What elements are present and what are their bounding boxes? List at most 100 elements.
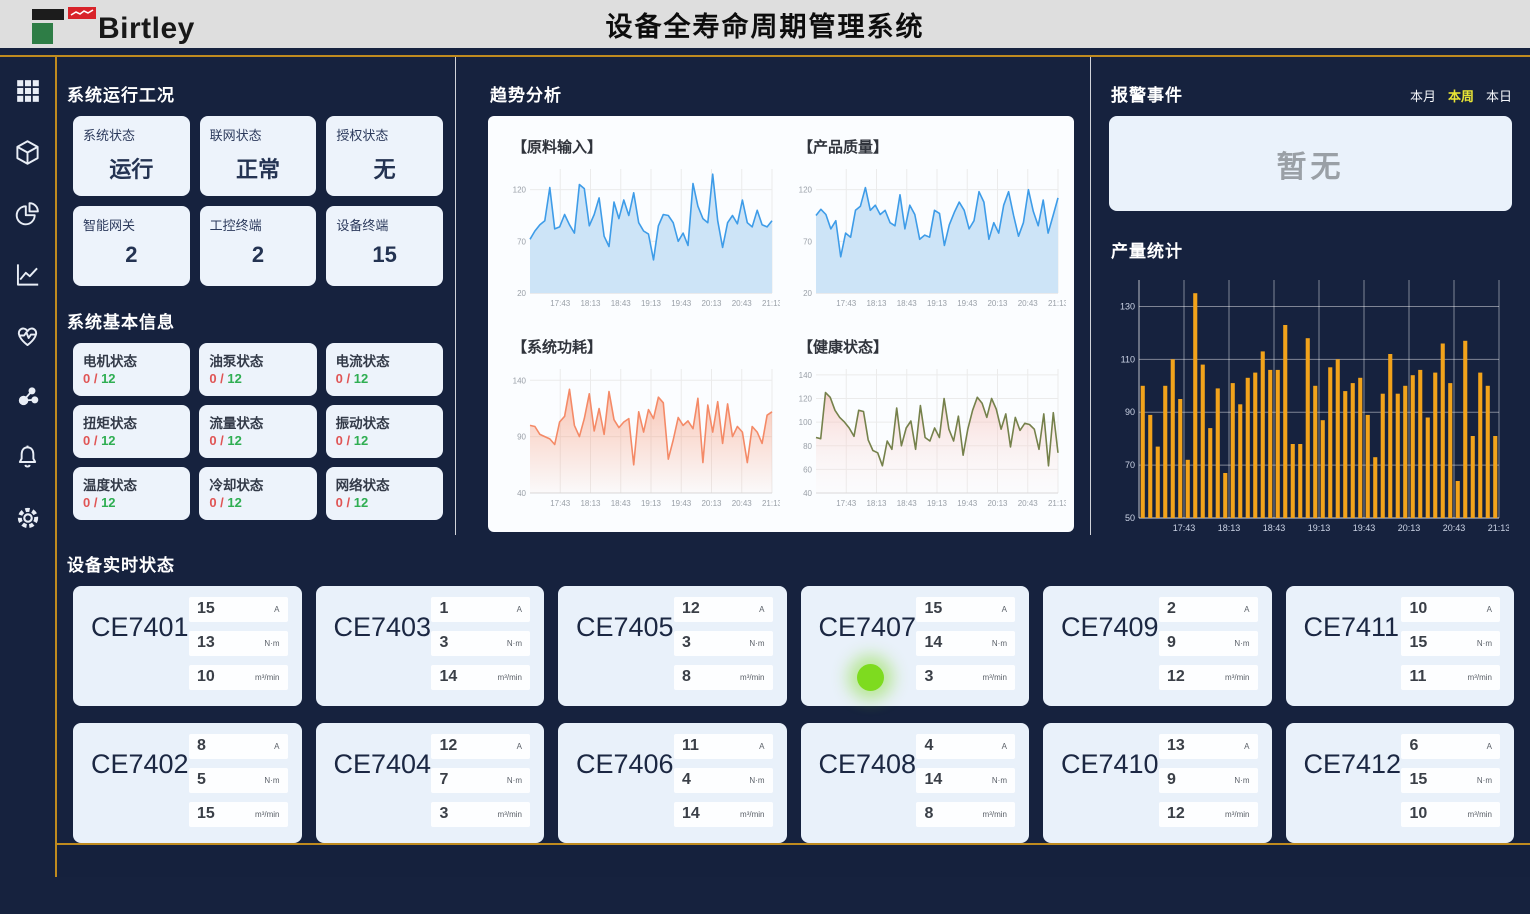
device-unit: A bbox=[1002, 742, 1007, 751]
device-unit: N·m bbox=[1477, 776, 1492, 785]
device-value-row: 14 m³/min bbox=[674, 802, 773, 827]
cube-icon[interactable] bbox=[14, 138, 42, 166]
device-unit: A bbox=[759, 605, 764, 614]
device-value: 14 bbox=[682, 805, 700, 823]
device-card[interactable]: CE740715A14N·m3m³/min bbox=[801, 586, 1030, 706]
svg-text:19:43: 19:43 bbox=[1353, 523, 1376, 533]
device-card[interactable]: CE74031A3N·m14m³/min bbox=[316, 586, 545, 706]
device-unit: N·m bbox=[1234, 776, 1249, 785]
device-card[interactable]: CE74028A5N·m15m³/min bbox=[73, 723, 302, 843]
svg-text:21:13: 21:13 bbox=[762, 499, 780, 508]
device-value: 6 bbox=[1409, 737, 1418, 755]
info-card-label: 电机状态 bbox=[83, 350, 180, 370]
svg-text:18:43: 18:43 bbox=[897, 299, 918, 308]
tab-today[interactable]: 本日 bbox=[1486, 86, 1512, 105]
device-value-row: 9N·m bbox=[1159, 631, 1258, 656]
status-card-label: 工控终端 bbox=[210, 215, 307, 234]
info-card-count: 0 / 12 bbox=[336, 433, 433, 448]
info-card-total: 12 bbox=[101, 495, 115, 510]
device-card[interactable]: CE741110A15N·m11m³/min bbox=[1286, 586, 1515, 706]
svg-text:20:43: 20:43 bbox=[1018, 499, 1039, 508]
device-value: 3 bbox=[439, 805, 448, 823]
svg-text:21:13: 21:13 bbox=[762, 299, 780, 308]
product-quality-chart-title: 【产品质量】 bbox=[798, 136, 1066, 157]
device-unit: A bbox=[274, 742, 279, 751]
device-value: 10 bbox=[1409, 805, 1427, 823]
svg-text:70: 70 bbox=[803, 237, 812, 246]
device-value: 15 bbox=[1409, 771, 1427, 789]
svg-text:18:43: 18:43 bbox=[1263, 523, 1286, 533]
device-value: 4 bbox=[682, 771, 691, 789]
line-chart-icon[interactable] bbox=[14, 260, 42, 288]
device-unit: m³/min bbox=[740, 810, 764, 819]
device-value: 3 bbox=[682, 634, 691, 652]
device-name: CE7410 bbox=[1061, 749, 1157, 843]
device-value: 14 bbox=[924, 634, 942, 652]
device-card[interactable]: CE741013A9N·m12m³/min bbox=[1043, 723, 1272, 843]
system-info-title: 系统基本信息 bbox=[67, 308, 445, 333]
device-value: 13 bbox=[1167, 737, 1185, 755]
svg-text:50: 50 bbox=[1125, 513, 1135, 523]
info-card-total: 12 bbox=[354, 371, 368, 386]
device-value-row: 15A bbox=[189, 597, 288, 622]
device-card[interactable]: CE740512A3N·m8m³/min bbox=[558, 586, 787, 706]
info-card-total: 12 bbox=[354, 495, 368, 510]
system-status-grid: 系统状态运行联网状态正常授权状态无智能网关2工控终端2设备终端15 bbox=[73, 116, 443, 286]
svg-text:19:13: 19:13 bbox=[1308, 523, 1331, 533]
device-values: 13A9N·m12m³/min bbox=[1159, 734, 1258, 843]
gear-icon[interactable] bbox=[14, 504, 42, 532]
health-status-chart: 17:4318:1318:4319:1319:4320:1320:4321:13… bbox=[790, 361, 1066, 509]
device-value: 12 bbox=[439, 737, 457, 755]
device-unit: N·m bbox=[992, 776, 1007, 785]
apps-grid-icon[interactable] bbox=[14, 77, 42, 105]
device-card[interactable]: CE74126A15N·m10m³/min bbox=[1286, 723, 1515, 843]
device-name: CE7405 bbox=[576, 612, 672, 706]
production-title: 产量统计 bbox=[1111, 237, 1512, 262]
health-pulse-icon[interactable] bbox=[14, 321, 42, 349]
device-value-row: 6A bbox=[1401, 734, 1500, 759]
status-card: 设备终端15 bbox=[326, 206, 443, 286]
svg-text:17:43: 17:43 bbox=[1173, 523, 1196, 533]
sidebar-nav bbox=[0, 57, 57, 877]
tab-this-month[interactable]: 本月 bbox=[1410, 86, 1436, 105]
device-card[interactable]: CE74084A14N·m8m³/min bbox=[801, 723, 1030, 843]
pie-chart-icon[interactable] bbox=[14, 199, 42, 227]
device-card[interactable]: CE740115A13N·m10m³/min bbox=[73, 586, 302, 706]
info-card-count: 0 / 12 bbox=[336, 495, 433, 510]
svg-text:120: 120 bbox=[513, 186, 527, 195]
device-value: 3 bbox=[439, 634, 448, 652]
device-unit: N·m bbox=[264, 639, 279, 648]
system-info-grid: 电机状态0 / 12油泵状态0 / 12电流状态0 / 12扭矩状态0 / 12… bbox=[73, 343, 443, 520]
svg-text:90: 90 bbox=[1125, 407, 1135, 417]
device-unit: N·m bbox=[1234, 639, 1249, 648]
info-card-count: 0 / 12 bbox=[83, 495, 180, 510]
device-value-row: 15 N·m bbox=[1401, 768, 1500, 793]
info-card-current: 0 / bbox=[336, 495, 354, 510]
info-card-count: 0 / 12 bbox=[209, 495, 306, 510]
svg-text:80: 80 bbox=[803, 442, 812, 451]
devices-grid: CE740115A13N·m10m³/minCE74031A3N·m14m³/m… bbox=[73, 586, 1514, 843]
device-value: 8 bbox=[682, 668, 691, 686]
svg-text:120: 120 bbox=[799, 186, 813, 195]
info-card-current: 0 / bbox=[83, 495, 101, 510]
device-card[interactable]: CE740412A7N·m3m³/min bbox=[316, 723, 545, 843]
bell-icon[interactable] bbox=[14, 443, 42, 471]
device-unit: m³/min bbox=[740, 673, 764, 682]
device-value: 14 bbox=[439, 668, 457, 686]
device-value-row: 12m³/min bbox=[1159, 802, 1258, 827]
tab-this-week[interactable]: 本周 bbox=[1448, 86, 1474, 105]
device-unit: A bbox=[1244, 742, 1249, 751]
alarm-empty-card: 暂无 bbox=[1109, 116, 1512, 211]
info-card-label: 网络状态 bbox=[336, 474, 433, 494]
trend-title: 趋势分析 bbox=[490, 81, 1074, 106]
svg-text:19:43: 19:43 bbox=[957, 299, 978, 308]
info-card: 电流状态0 / 12 bbox=[326, 343, 443, 396]
info-card-count: 0 / 12 bbox=[83, 371, 180, 386]
molecule-icon[interactable] bbox=[14, 382, 42, 410]
device-value: 10 bbox=[197, 668, 215, 686]
status-card-value: 无 bbox=[336, 152, 433, 184]
device-value-row: 13 A bbox=[1159, 734, 1258, 759]
device-card[interactable]: CE740611A4N·m14m³/min bbox=[558, 723, 787, 843]
info-card: 油泵状态0 / 12 bbox=[199, 343, 316, 396]
device-card[interactable]: CE74092A9N·m12m³/min bbox=[1043, 586, 1272, 706]
